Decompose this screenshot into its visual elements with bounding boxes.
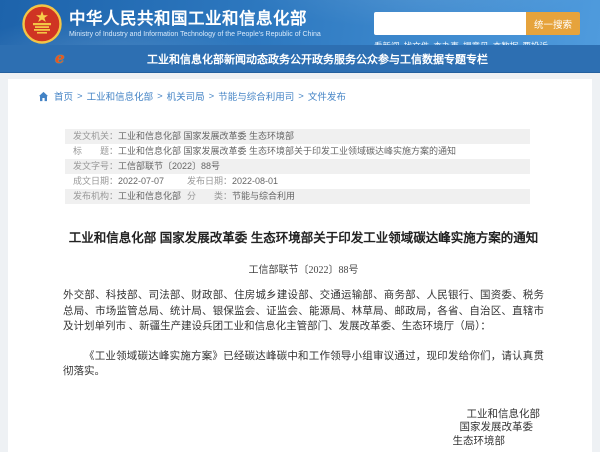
meta-value: 工信部联节〔2022〕88号 bbox=[118, 161, 221, 171]
document-paragraph-addressees: 外交部、科技部、司法部、财政部、住房城乡建设部、交通运输部、商务部、人民银行、国… bbox=[63, 290, 544, 333]
content-card: 首页 > 工业和信息化部 > 机关司局 > 节能与综合利用司 > 文件发布 发文… bbox=[8, 79, 592, 452]
nav-item-public-participation[interactable]: 公众参与 bbox=[356, 51, 400, 67]
signature-miit: 工业和信息化部 bbox=[466, 408, 541, 420]
breadcrumb-separator: > bbox=[208, 90, 215, 102]
signature-mee: 生态环境部 bbox=[452, 435, 506, 447]
meta-row-doc-number: 发文字号： 工信部联节〔2022〕88号 bbox=[65, 159, 530, 174]
page: 中华人民共和国工业和信息化部 Ministry of Industry and … bbox=[0, 0, 600, 452]
nav-item-special-topics[interactable]: 专题专栏 bbox=[444, 51, 488, 67]
meta-value: 工业和信息化部 国家发展改革委 生态环境部 bbox=[118, 131, 295, 141]
site-title-block: 中华人民共和国工业和信息化部 Ministry of Industry and … bbox=[69, 7, 321, 38]
meta-row-issuing-agency: 发文机关： 工业和信息化部 国家发展改革委 生态环境部 bbox=[65, 129, 530, 144]
site-brand: 中华人民共和国工业和信息化部 Ministry of Industry and … bbox=[0, 0, 321, 45]
breadcrumb-energy-dept[interactable]: 节能与综合利用司 bbox=[218, 89, 294, 103]
site-header: 中华人民共和国工业和信息化部 Ministry of Industry and … bbox=[0, 0, 600, 51]
document-title: 工业和信息化部 国家发展改革委 生态环境部关于印发工业领域碳达峰实施方案的通知 bbox=[68, 231, 539, 245]
document-number: 工信部联节〔2022〕88号 bbox=[248, 265, 359, 277]
meta-row-title: 标 题： 工业和信息化部 国家发展改革委 生态环境部关于印发工业领域碳达峰实施方… bbox=[65, 144, 530, 159]
meta-row-publisher-category: 发布机构： 工业和信息化部 分 类： 节能与综合利用 bbox=[65, 189, 530, 204]
content-background: 首页 > 工业和信息化部 > 机关司局 > 节能与综合利用司 > 文件发布 发文… bbox=[0, 73, 600, 452]
meta-value: 工业和信息化部 国家发展改革委 生态环境部关于印发工业领域碳达峰实施方案的通知 bbox=[118, 146, 457, 156]
breadcrumb-departments[interactable]: 机关司局 bbox=[167, 89, 205, 103]
meta-value: 工业和信息化部 bbox=[118, 191, 182, 201]
site-title: 中华人民共和国工业和信息化部 bbox=[69, 10, 307, 29]
breadcrumb: 首页 > 工业和信息化部 > 机关司局 > 节能与综合利用司 > 文件发布 bbox=[38, 89, 592, 103]
nav-item-gov-disclosure[interactable]: 政务公开 bbox=[268, 51, 312, 67]
meta-label: 发文字号： bbox=[73, 161, 119, 171]
meta-label: 发文机关： bbox=[73, 131, 119, 141]
miit-e-logo-icon: e bbox=[55, 49, 65, 67]
signature-ndrc: 国家发展改革委 bbox=[459, 422, 534, 434]
meta-label: 成文日期： bbox=[73, 176, 119, 186]
breadcrumb-separator: > bbox=[77, 90, 83, 102]
breadcrumb-separator: > bbox=[157, 90, 163, 102]
nav-item-ministry[interactable]: 工业和信息化部 bbox=[147, 51, 224, 67]
nav-item-news[interactable]: 新闻动态 bbox=[224, 51, 268, 67]
nav-item-gov-services[interactable]: 政务服务 bbox=[312, 51, 356, 67]
national-emblem-icon bbox=[22, 3, 62, 44]
meta-label: 发布日期： bbox=[187, 176, 233, 186]
breadcrumb-file-release[interactable]: 文件发布 bbox=[308, 89, 346, 103]
home-icon bbox=[38, 91, 49, 101]
search-input[interactable] bbox=[374, 12, 526, 35]
main-nav: e 工业和信息化部 新闻动态 政务公开 政务服务 公众参与 工信数据 专题专栏 bbox=[0, 45, 600, 73]
meta-label: 分 类： bbox=[187, 191, 233, 201]
document-meta-table: 发文机关： 工业和信息化部 国家发展改革委 生态环境部 标 题： 工业和信息化部… bbox=[65, 129, 530, 204]
breadcrumb-separator: > bbox=[298, 90, 304, 102]
unified-search-button[interactable]: 统一搜索 bbox=[526, 12, 580, 35]
site-subtitle: Ministry of Industry and Information Tec… bbox=[69, 30, 321, 38]
meta-value: 节能与综合利用 bbox=[232, 191, 296, 201]
nav-item-miit-data[interactable]: 工信数据 bbox=[400, 51, 444, 67]
document-paragraph-main: 《工业领域碳达峰实施方案》已经碳达峰碳中和工作领导小组审议通过，现印发给你们，请… bbox=[63, 350, 544, 378]
meta-value: 2022-07-07 bbox=[118, 176, 165, 186]
meta-label: 发布机构： bbox=[73, 191, 119, 201]
document-body: 工业和信息化部 国家发展改革委 生态环境部关于印发工业领域碳达峰实施方案的通知 … bbox=[8, 230, 592, 452]
meta-row-dates: 成文日期： 2022-07-07 发布日期： 2022-08-01 bbox=[65, 174, 530, 189]
header-search-area: 统一搜索 看新闻 找文件 查办事 提意见 查数据 要投诉 bbox=[374, 0, 580, 51]
meta-value: 2022-08-01 bbox=[232, 176, 279, 186]
breadcrumb-home[interactable]: 首页 bbox=[54, 89, 73, 103]
breadcrumb-ministry[interactable]: 工业和信息化部 bbox=[87, 89, 154, 103]
meta-label: 标 题： bbox=[73, 146, 119, 156]
